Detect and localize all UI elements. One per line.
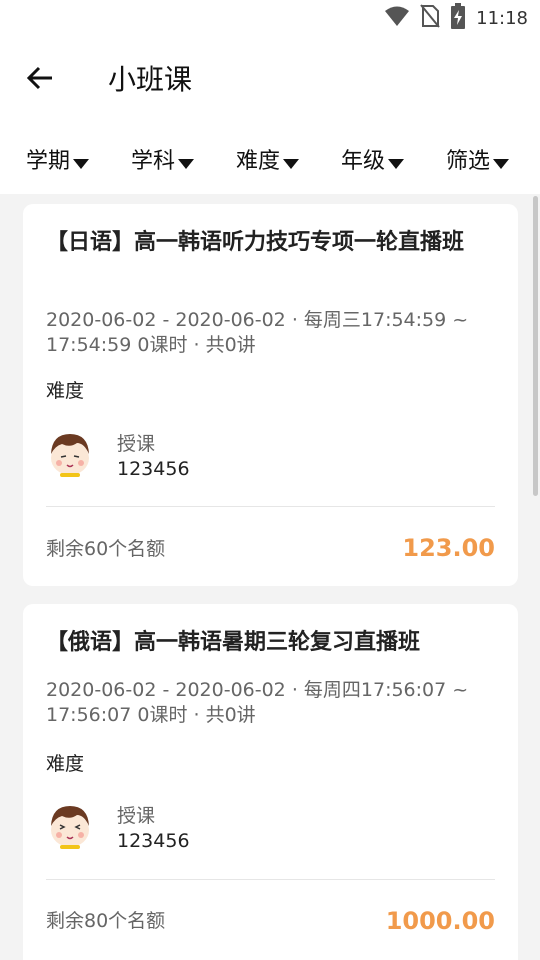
- arrow-left-icon: [26, 66, 54, 94]
- caret-down-icon: [282, 152, 300, 169]
- course-price: 123.00: [402, 534, 495, 562]
- caret-down-icon: [492, 152, 510, 169]
- course-list[interactable]: 【日语】高一韩语听力技巧专项一轮直播班 2020-06-02 - 2020-06…: [0, 194, 540, 960]
- teacher-avatar: [46, 802, 94, 850]
- teacher-avatar: [46, 430, 94, 478]
- filter-difficulty-dropdown[interactable]: 难度: [236, 144, 300, 174]
- scrollbar[interactable]: [533, 196, 538, 496]
- status-icons: 11:18: [384, 3, 528, 33]
- battery-charging-icon: [450, 3, 466, 33]
- filter-grade-dropdown[interactable]: 年级: [341, 144, 405, 174]
- caret-down-icon: [177, 152, 195, 169]
- card-divider: [46, 879, 495, 880]
- filter-label: 学期: [26, 149, 71, 174]
- back-button[interactable]: [22, 62, 58, 98]
- filter-term-dropdown[interactable]: 学期: [26, 144, 90, 174]
- course-title: 【日语】高一韩语听力技巧专项一轮直播班: [46, 230, 465, 255]
- no-sim-icon: [420, 4, 440, 32]
- caret-down-icon: [387, 152, 405, 169]
- app-bar: 小班课: [0, 36, 540, 124]
- filter-label: 年级: [341, 149, 386, 174]
- filter-subject-dropdown[interactable]: 学科: [131, 144, 195, 174]
- course-difficulty: 难度: [46, 753, 85, 775]
- filter-label: 筛选: [446, 149, 491, 174]
- course-title: 【俄语】高一韩语暑期三轮复习直播班: [46, 630, 421, 655]
- course-schedule: 2020-06-02 - 2020-06-02 · 每周三17:54:59 ~ …: [46, 309, 469, 356]
- remaining-seats: 剩余60个名额: [46, 538, 166, 560]
- filter-bar: 学期 学科 难度 年级 筛选: [0, 124, 540, 194]
- course-card[interactable]: 【俄语】高一韩语暑期三轮复习直播班 2020-06-02 - 2020-06-0…: [23, 604, 518, 960]
- wifi-icon: [384, 5, 410, 31]
- course-card[interactable]: 【日语】高一韩语听力技巧专项一轮直播班 2020-06-02 - 2020-06…: [23, 204, 518, 586]
- page-title: 小班课: [108, 63, 193, 96]
- filter-more-dropdown[interactable]: 筛选: [446, 144, 510, 174]
- course-difficulty: 难度: [46, 380, 85, 402]
- filter-label: 难度: [236, 149, 281, 174]
- teacher-role: 授课: [117, 805, 156, 827]
- card-divider: [46, 506, 495, 507]
- course-price: 1000.00: [385, 907, 495, 935]
- filter-label: 学科: [131, 149, 176, 174]
- teacher-name: 123456: [117, 458, 190, 480]
- status-time: 11:18: [476, 7, 528, 29]
- course-schedule: 2020-06-02 - 2020-06-02 · 每周四17:56:07 ~ …: [46, 679, 469, 726]
- caret-down-icon: [72, 152, 90, 169]
- teacher-role: 授课: [117, 433, 156, 455]
- remaining-seats: 剩余80个名额: [46, 910, 166, 932]
- status-bar: 11:18: [0, 0, 540, 36]
- teacher-name: 123456: [117, 830, 190, 852]
